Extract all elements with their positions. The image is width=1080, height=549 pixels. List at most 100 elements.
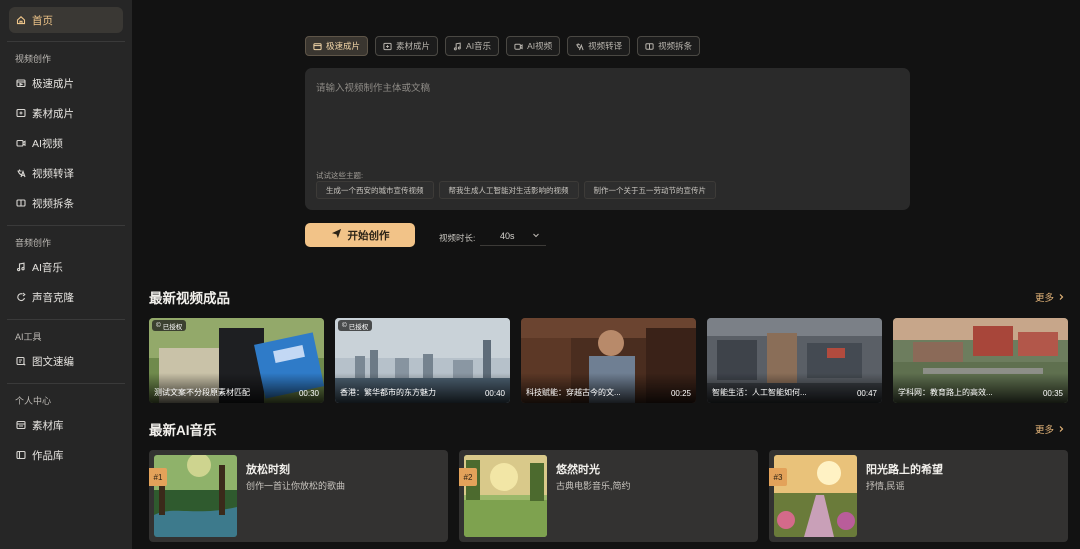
tab-label: AI音乐 xyxy=(466,41,492,51)
duration-label: 视频时长: xyxy=(439,233,476,243)
sidebar-section-title: AI工具 xyxy=(15,332,42,342)
suggestion-chip[interactable]: 帮我生成人工智能对生活影响的视频 xyxy=(438,181,579,199)
music-cover xyxy=(464,455,547,537)
main-content: 极速成片 素材成片 AI音乐 AI视频 视频转译 视频拆条 请输入视频制作主体或… xyxy=(132,0,1080,549)
more-label: 更多 xyxy=(1034,293,1054,304)
home-icon xyxy=(16,15,26,25)
video-duration: 00:30 xyxy=(298,389,319,398)
music-cover xyxy=(774,455,857,537)
video-title: 科技赋能：穿越古今的文... xyxy=(526,388,621,397)
sidebar-section-audio: 音频创作 AI音乐 声音克隆 xyxy=(9,234,123,311)
tab-fast-video[interactable]: 极速成片 xyxy=(305,36,369,56)
start-create-label: 开始创作 xyxy=(347,229,390,242)
videos-more-link[interactable]: 更多 xyxy=(1035,290,1065,304)
rank-badge: #3 xyxy=(769,468,787,486)
voice-clone-icon xyxy=(16,292,26,302)
music-more-link[interactable]: 更多 xyxy=(1035,422,1065,436)
sidebar-item-video-split[interactable]: 视频拆条 xyxy=(9,189,123,217)
chevron-down-icon xyxy=(532,231,540,241)
music-title: 阳光路上的希望 xyxy=(866,464,943,476)
tab-label: 视频转译 xyxy=(588,41,623,51)
fast-video-icon xyxy=(313,42,322,51)
suggestion-chip[interactable]: 生成一个西安的城市宣传视频 xyxy=(316,181,434,199)
sidebar-item-voice-clone[interactable]: 声音克隆 xyxy=(9,283,123,311)
sidebar-item-fast-video[interactable]: 极速成片 xyxy=(9,69,123,97)
music-title: 放松时刻 xyxy=(246,464,290,476)
music-icon xyxy=(453,41,462,51)
sidebar-item-ai-music[interactable]: AI音乐 xyxy=(9,253,123,281)
tab-material-video[interactable]: 素材成片 xyxy=(375,36,439,56)
music-card[interactable]: #3 阳光路上的希望 抒情,民谣 xyxy=(769,450,1068,542)
video-duration: 00:25 xyxy=(670,389,691,398)
sidebar-item-video-translate[interactable]: 视频转译 xyxy=(9,159,123,187)
fast-video-icon xyxy=(16,78,26,88)
video-title: 测试文案不分段原素材匹配 xyxy=(154,388,250,397)
duration-select[interactable]: 40s xyxy=(480,227,546,246)
sidebar-item-image-text[interactable]: 图文速编 xyxy=(9,347,123,375)
sidebar-item-works[interactable]: 作品库 xyxy=(9,441,123,469)
music-desc: 创作一首让你放松的歌曲 xyxy=(246,481,346,491)
tab-ai-music[interactable]: AI音乐 xyxy=(445,36,500,56)
rank-badge: #1 xyxy=(149,468,167,486)
material-video-icon xyxy=(16,108,26,118)
creation-tabs: 极速成片 素材成片 AI音乐 AI视频 视频转译 视频拆条 xyxy=(305,36,701,56)
sidebar-item-label: 作品库 xyxy=(32,449,64,462)
music-icon xyxy=(16,262,26,272)
more-label: 更多 xyxy=(1034,425,1054,436)
sidebar-item-label: 视频拆条 xyxy=(32,197,74,210)
check-icon: © xyxy=(156,322,161,329)
sidebar-item-home[interactable]: 首页 xyxy=(9,7,123,33)
suggestion-chip[interactable]: 制作一个关于五一劳动节的宣传片 xyxy=(583,181,716,199)
rank-badge: #2 xyxy=(459,468,477,486)
video-card[interactable]: © 已授权 香港：繁华都市的东方魅力 00:40 xyxy=(335,318,510,403)
chevron-right-icon xyxy=(1059,294,1064,300)
music-list: #1 放松时刻 创作一首让你放松的歌曲 #2 悠然时光 古典电影音乐,简约 #3… xyxy=(149,450,1068,542)
sidebar-section-title: 个人中心 xyxy=(15,396,52,406)
video-title: 香港：繁华都市的东方魅力 xyxy=(340,388,436,397)
music-desc: 抒情,民谣 xyxy=(866,481,905,491)
library-icon xyxy=(16,420,26,430)
video-card[interactable]: 科技赋能：穿越古今的文... 00:25 xyxy=(521,318,696,403)
video-duration: 00:35 xyxy=(1042,389,1063,398)
video-duration: 00:40 xyxy=(484,389,505,398)
sidebar-section-ai-tools: AI工具 图文速编 xyxy=(9,328,123,375)
latest-videos-title: 最新视频成品 xyxy=(149,291,230,306)
tab-video-translate[interactable]: 视频转译 xyxy=(567,36,631,56)
tab-label: 视频拆条 xyxy=(658,41,693,51)
sidebar-item-library[interactable]: 素材库 xyxy=(9,411,123,439)
video-split-icon xyxy=(645,42,654,51)
sidebar-divider xyxy=(7,41,125,42)
video-list: © 已授权 测试文案不分段原素材匹配 00:30 © 已授权 香港：繁华都市的东方魅… xyxy=(149,318,1068,403)
sidebar-item-label: 首页 xyxy=(32,14,53,27)
music-card[interactable]: #2 悠然时光 古典电影音乐,简约 xyxy=(459,450,758,542)
ai-video-icon xyxy=(16,138,26,148)
video-duration: 00:47 xyxy=(856,389,877,398)
video-translate-icon xyxy=(575,42,584,51)
duration-value: 40s xyxy=(500,231,515,241)
sidebar-item-ai-video[interactable]: AI视频 xyxy=(9,129,123,157)
authorized-badge: © 已授权 xyxy=(152,320,187,331)
suggestion-label: 试试这些主题: xyxy=(316,171,364,180)
check-icon: © xyxy=(342,322,347,329)
badge-label: 已授权 xyxy=(348,323,369,331)
material-video-icon xyxy=(383,42,392,51)
sidebar-section-title: 视频创作 xyxy=(15,54,52,64)
sidebar-item-material-video[interactable]: 素材成片 xyxy=(9,99,123,127)
start-create-button[interactable]: 开始创作 xyxy=(305,223,415,247)
prompt-editor[interactable]: 请输入视频制作主体或文稿 试试这些主题: 生成一个西安的城市宣传视频 帮我生成人… xyxy=(305,68,910,210)
sidebar-divider xyxy=(7,319,125,320)
tab-label: 素材成片 xyxy=(396,41,431,51)
suggestion-chips: 生成一个西安的城市宣传视频 帮我生成人工智能对生活影响的视频 制作一个关于五一劳… xyxy=(316,181,716,199)
video-card[interactable]: 智能生活：人工智能如何... 00:47 xyxy=(707,318,882,403)
sidebar-divider xyxy=(7,383,125,384)
video-card[interactable]: 学科网：教育路上的高效... 00:35 xyxy=(893,318,1068,403)
image-text-icon xyxy=(16,356,26,366)
tab-video-split[interactable]: 视频拆条 xyxy=(637,36,701,56)
video-title: 智能生活：人工智能如何... xyxy=(712,388,807,397)
tab-label: AI视频 xyxy=(527,41,553,51)
sidebar-item-label: 素材库 xyxy=(32,419,64,432)
music-card[interactable]: #1 放松时刻 创作一首让你放松的歌曲 xyxy=(149,450,448,542)
video-card[interactable]: © 已授权 测试文案不分段原素材匹配 00:30 xyxy=(149,318,324,403)
ai-video-icon xyxy=(514,42,523,51)
tab-ai-video[interactable]: AI视频 xyxy=(506,36,561,56)
